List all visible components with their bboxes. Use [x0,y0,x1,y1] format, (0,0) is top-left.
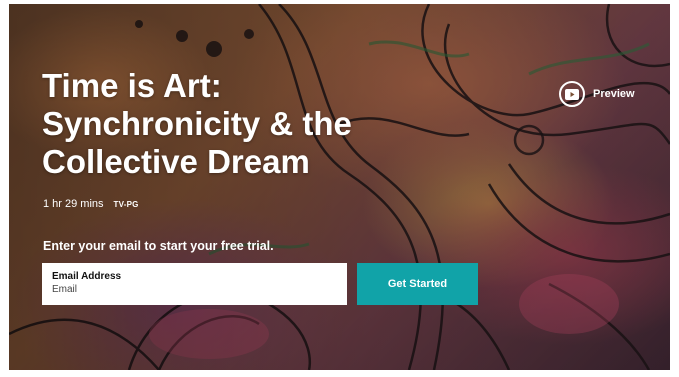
email-label: Email Address [52,271,122,282]
show-meta: 1 hr 29 mins TV-PG [43,198,139,210]
show-title-line-1: Time is Art: [42,67,222,104]
duration-text: 1 hr 29 mins [43,198,104,210]
rating-badge: TV-PG [113,199,139,209]
show-title-line-2: Synchronicity & the [42,105,352,142]
preview-label: Preview [593,88,635,100]
email-input[interactable] [52,284,332,295]
hero-banner: Time is Art: Synchronicity & the Collect… [9,4,670,370]
play-icon [565,88,579,100]
show-title-line-3: Collective Dream [42,143,310,180]
show-title: Time is Art: Synchronicity & the Collect… [42,67,402,181]
hero-overlay [9,4,670,370]
email-field[interactable]: Email Address [42,263,347,305]
get-started-button[interactable]: Get Started [357,263,478,305]
preview-circle [559,81,585,107]
trial-cta-text: Enter your email to start your free tria… [43,239,274,253]
preview-button[interactable]: Preview [559,81,635,107]
